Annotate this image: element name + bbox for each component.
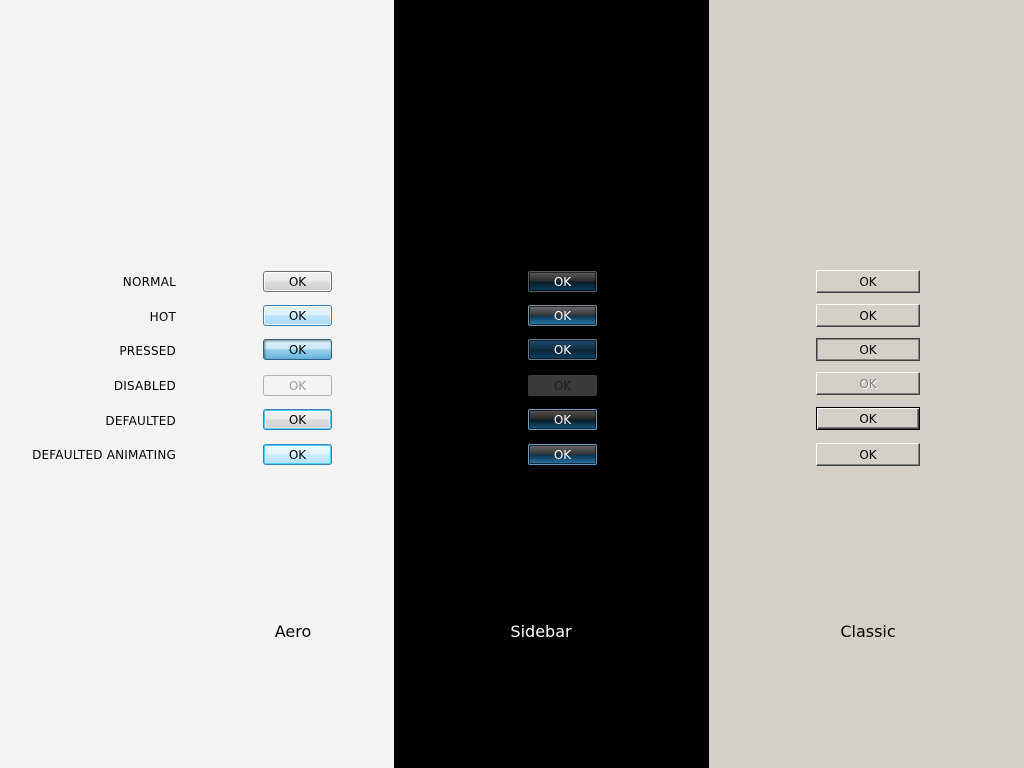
classic-ok-button-defaulted[interactable]: OK — [816, 407, 920, 430]
aero-ok-button-defaulted[interactable]: OK — [263, 409, 332, 430]
classic-ok-button-disabled: OK — [816, 372, 920, 395]
classic-ok-button-normal[interactable]: OK — [816, 270, 920, 293]
aero-ok-button-defaulted-animating[interactable]: OK — [263, 444, 332, 465]
theme-label-aero: Aero — [274, 622, 312, 641]
theme-button-states-demo: NORMAL HOT PRESSED DISABLED DEFAULTED DE… — [0, 0, 1024, 768]
state-label-hot: HOT — [149, 310, 176, 324]
state-label-defaulted-animating: DEFAULTED ANIMATING — [32, 448, 176, 462]
sidebar-ok-button-disabled: OK — [528, 375, 597, 396]
state-label-defaulted: DEFAULTED — [105, 414, 176, 428]
sidebar-ok-button-hot[interactable]: OK — [528, 305, 597, 326]
theme-label-sidebar: Sidebar — [510, 622, 572, 641]
classic-ok-button-defaulted-animating[interactable]: OK — [816, 443, 920, 466]
aero-ok-button-pressed[interactable]: OK — [263, 339, 332, 360]
aero-ok-button-hot[interactable]: OK — [263, 305, 332, 326]
sidebar-ok-button-defaulted-animating[interactable]: OK — [528, 444, 597, 465]
aero-ok-button-normal[interactable]: OK — [263, 271, 332, 292]
classic-ok-button-pressed[interactable]: OK — [816, 338, 920, 361]
aero-ok-button-disabled: OK — [263, 375, 332, 396]
state-label-pressed: PRESSED — [119, 344, 176, 358]
aero-theme-panel: NORMAL HOT PRESSED DISABLED DEFAULTED DE… — [0, 0, 394, 768]
sidebar-ok-button-defaulted[interactable]: OK — [528, 409, 597, 430]
state-label-disabled: DISABLED — [113, 379, 176, 393]
classic-ok-button-hot[interactable]: OK — [816, 304, 920, 327]
sidebar-ok-button-pressed[interactable]: OK — [528, 339, 597, 360]
theme-label-classic: Classic — [840, 622, 896, 641]
sidebar-theme-panel: OK OK OK OK OK OK Sidebar — [394, 0, 709, 768]
state-label-normal: NORMAL — [122, 275, 176, 289]
classic-theme-panel: OK OK OK OK OK OK Classic — [709, 0, 1024, 768]
sidebar-ok-button-normal[interactable]: OK — [528, 271, 597, 292]
